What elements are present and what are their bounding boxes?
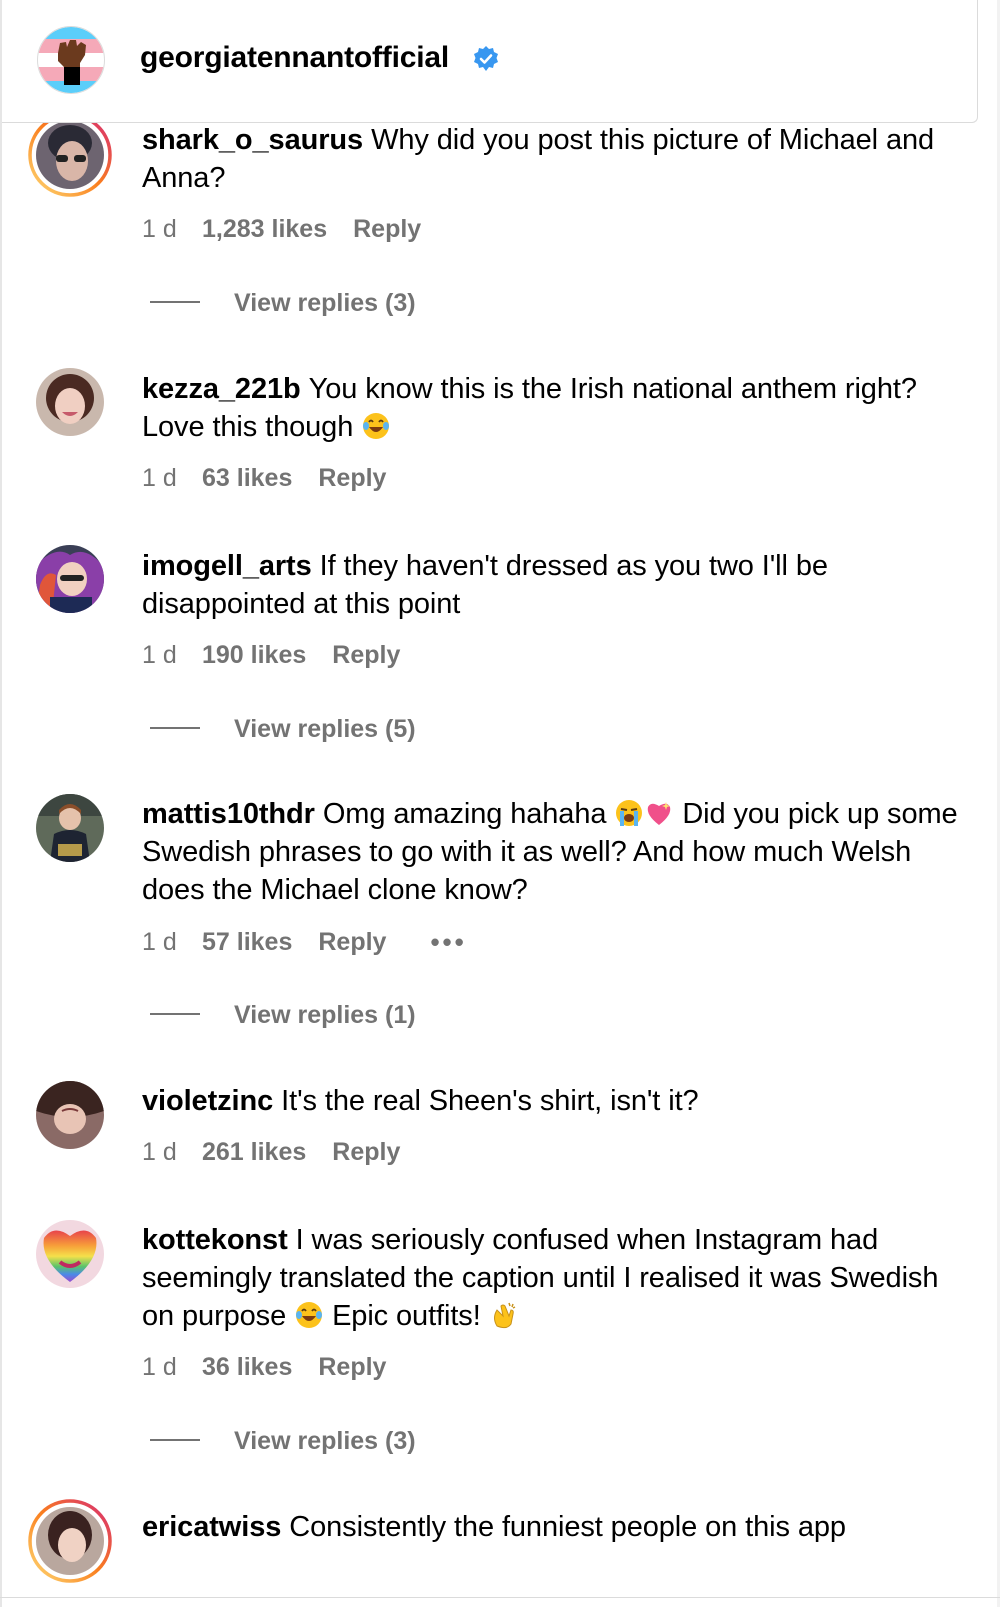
more-options-icon[interactable]: •••: [430, 926, 466, 958]
comment-time[interactable]: 1 d: [142, 1351, 202, 1383]
comments-panel: georgiatennantofficial shark_o_saurus Wh…: [0, 0, 1000, 1607]
comment-text: kezza_221b You know this is the Irish nat…: [142, 370, 972, 446]
comment-time[interactable]: 1 d: [142, 926, 202, 958]
comment-time[interactable]: 1 d: [142, 213, 202, 245]
view-replies-label: View replies (3): [234, 1427, 416, 1455]
reply-button[interactable]: Reply: [318, 926, 386, 958]
view-replies-button[interactable]: View replies (5): [150, 712, 416, 746]
panel-bottom-divider: [0, 1597, 1000, 1598]
user-avatar-story-ring[interactable]: [28, 113, 112, 197]
comment-meta: 1 d 261 likes Reply: [142, 1136, 400, 1168]
comment-time[interactable]: 1 d: [142, 1136, 202, 1168]
loudly-crying-face-icon: [616, 800, 643, 826]
replies-dash: [150, 727, 200, 730]
comment-time[interactable]: 1 d: [142, 462, 202, 494]
comment-likes[interactable]: 63 likes: [202, 462, 292, 494]
comment-username[interactable]: ericatwiss: [142, 1511, 281, 1543]
comment-text: shark_o_saurus Why did you post this pict…: [142, 121, 972, 197]
comment-likes[interactable]: 1,283 likes: [202, 213, 327, 245]
comment-text: ericatwiss Consistently the funniest peop…: [142, 1508, 972, 1546]
comment-text: violetzinc It's the real Sheen's shirt, i…: [142, 1082, 972, 1120]
comment-text: mattis10thdr Omg amazing hahaha Did you p…: [142, 795, 972, 909]
verified-badge-icon: [474, 46, 498, 71]
face-with-tears-of-joy-icon: [363, 413, 390, 439]
comment-body: It's the real Sheen's shirt, isn't it?: [281, 1085, 699, 1117]
view-replies-label: View replies (1): [234, 1001, 416, 1029]
comment-time[interactable]: 1 d: [142, 639, 202, 671]
post-author-username[interactable]: georgiatennantofficial: [140, 38, 449, 78]
comment-body-middle: Epic outfits!: [332, 1300, 481, 1332]
user-avatar[interactable]: [36, 1081, 104, 1149]
comment-text: imogell_arts If they haven't dressed as y…: [142, 547, 972, 623]
user-avatar-story-ring[interactable]: [28, 1499, 112, 1583]
comment-username[interactable]: kottekonst: [142, 1224, 288, 1256]
view-replies-button[interactable]: View replies (1): [150, 998, 416, 1032]
reply-button[interactable]: Reply: [332, 639, 400, 671]
reply-button[interactable]: Reply: [332, 1136, 400, 1168]
reply-button[interactable]: Reply: [318, 462, 386, 494]
replies-dash: [150, 1013, 200, 1016]
clapping-hands-icon: [493, 1302, 515, 1329]
panel-left-edge: [0, 0, 2, 1607]
user-avatar[interactable]: [36, 1220, 104, 1288]
reply-button[interactable]: Reply: [318, 1351, 386, 1383]
comment-body: Consistently the funniest people on this…: [289, 1511, 846, 1543]
comment-likes[interactable]: 261 likes: [202, 1136, 306, 1168]
face-with-tears-of-joy-icon: [296, 1302, 323, 1328]
comment-meta: 1 d 36 likes Reply: [142, 1351, 386, 1383]
comment-body-start: Omg amazing hahaha: [322, 798, 607, 830]
view-replies-button[interactable]: View replies (3): [150, 286, 416, 320]
comment-likes[interactable]: 190 likes: [202, 639, 306, 671]
reply-button[interactable]: Reply: [353, 213, 421, 245]
view-replies-label: View replies (3): [234, 289, 416, 317]
comment-meta: 1 d 1,283 likes Reply: [142, 213, 421, 245]
view-replies-label: View replies (5): [234, 715, 416, 743]
user-avatar[interactable]: [36, 794, 104, 862]
comment-likes[interactable]: 36 likes: [202, 1351, 292, 1383]
comment-meta: 1 d 190 likes Reply: [142, 639, 400, 671]
replies-dash: [150, 1439, 200, 1442]
view-replies-button[interactable]: View replies (3): [150, 1424, 416, 1458]
post-header: georgiatennantofficial: [2, 0, 978, 123]
comment-username[interactable]: shark_o_saurus: [142, 124, 363, 156]
raised-fist-flag-avatar[interactable]: [36, 25, 106, 95]
user-avatar[interactable]: [36, 368, 104, 436]
comment-username[interactable]: mattis10thdr: [142, 798, 315, 830]
comment-username[interactable]: kezza_221b: [142, 373, 301, 405]
comment-username[interactable]: violetzinc: [142, 1085, 273, 1117]
sparkling-heart-icon: [648, 802, 671, 825]
comment-meta: 1 d 63 likes Reply: [142, 462, 386, 494]
comment-text: kottekonst I was seriously confused when …: [142, 1221, 972, 1335]
comment-username[interactable]: imogell_arts: [142, 550, 312, 582]
comment-likes[interactable]: 57 likes: [202, 926, 292, 958]
replies-dash: [150, 301, 200, 304]
user-avatar[interactable]: [36, 545, 104, 613]
comment-meta: 1 d 57 likes Reply •••: [142, 926, 467, 958]
